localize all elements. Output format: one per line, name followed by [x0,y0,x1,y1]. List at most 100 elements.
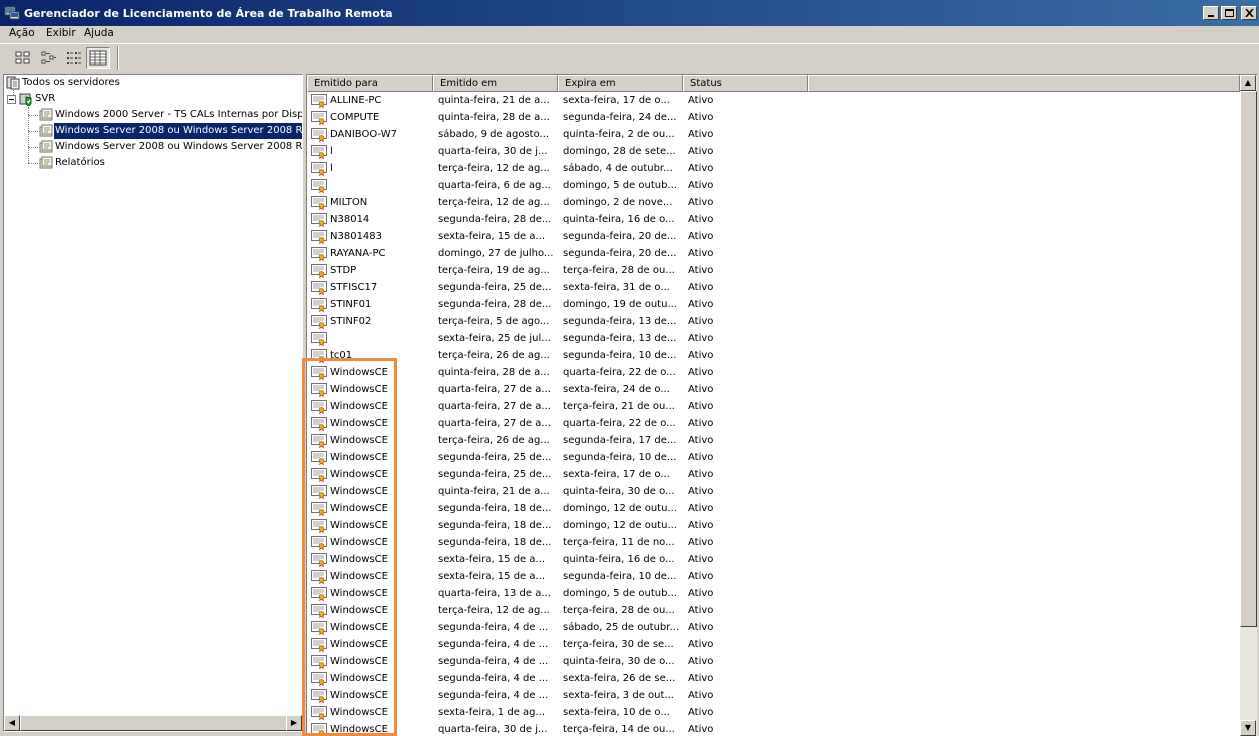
table-row[interactable]: N3801483 sexta-feira, 15 de a... segunda-f… [307,228,1240,245]
cell-issued-on: quarta-feira, 30 de j... [438,146,548,157]
table-row[interactable]: WindowsCE segunda-feira, 18 de... domingo,… [307,500,1240,517]
table-row[interactable]: WindowsCE terça-feira, 26 de ag... segunda… [307,432,1240,449]
cell-issued-on: sexta-feira, 1 de ag... [438,707,546,718]
cell-expires-on: segunda-feira, 13 de... [563,316,677,327]
license-certificate-icon [311,247,328,262]
cell-issued-on: segunda-feira, 4 de ... [438,622,549,633]
table-row[interactable]: WindowsCE sexta-feira, 15 de a... segunda-… [307,568,1240,585]
table-row[interactable]: WindowsCE segunda-feira, 4 de ... quinta-f… [307,653,1240,670]
table-row[interactable]: N38014 segunda-feira, 28 de... quinta-feir… [307,211,1240,228]
table-row[interactable]: WindowsCE quinta-feira, 28 de a... quarta-… [307,364,1240,381]
menu-bar: Ação Exibir Ajuda [0,26,1259,42]
cell-expires-on: sexta-feira, 10 de o... [563,707,670,718]
table-row[interactable]: l terça-feira, 12 de ag... sábado, 4 de ou… [307,160,1240,177]
issued-to-text: WindowsCE [330,418,388,429]
table-row[interactable]: WindowsCE quarta-feira, 27 de a... sexta-f… [307,381,1240,398]
menu-acao[interactable]: Ação [9,27,35,39]
table-row[interactable]: WindowsCE quarta-feira, 30 de j... terça-f… [307,721,1240,736]
column-header-issued-to[interactable]: Emitido para [307,75,433,92]
cell-issued-on: segunda-feira, 28 de... [438,214,552,225]
cell-issued-on: terça-feira, 26 de ag... [438,435,550,446]
minimize-button[interactable] [1203,6,1219,20]
table-row[interactable]: tc01 terça-feira, 26 de ag... segunda-feir… [307,347,1240,364]
table-row[interactable]: STINF02 terça-feira, 5 de ago... segunda-f… [307,313,1240,330]
column-header-expires-on[interactable]: Expira em [558,75,683,92]
view-details-button[interactable] [86,47,110,69]
cell-issued-to: WindowsCE [311,670,432,687]
table-row[interactable]: WindowsCE quarta-feira, 27 de a... quarta-… [307,415,1240,432]
menu-ajuda[interactable]: Ajuda [84,27,114,39]
cell-issued-to: WindowsCE [311,568,432,585]
table-row[interactable]: STFISC17 segunda-feira, 25 de... sexta-fei… [307,279,1240,296]
license-certificate-icon [311,383,328,398]
table-row[interactable]: l quarta-feira, 30 de j... domingo, 28 de … [307,143,1240,160]
table-row[interactable]: WindowsCE segunda-feira, 18 de... domingo,… [307,517,1240,534]
table-row[interactable]: WindowsCE quinta-feira, 21 de a... quinta-… [307,483,1240,500]
table-row[interactable]: WindowsCE quarta-feira, 27 de a... terça-f… [307,398,1240,415]
app-icon [4,6,20,20]
table-row[interactable]: WindowsCE sexta-feira, 15 de a... quinta-f… [307,551,1240,568]
license-pack-icon [39,124,53,137]
list-vertical-scrollbar[interactable]: ▲ ▼ [1240,75,1257,736]
menu-exibir[interactable]: Exibir [46,27,76,39]
issued-to-text: STINF01 [330,299,372,310]
scroll-thumb[interactable] [1240,91,1257,627]
issued-to-text: WindowsCE [330,724,388,735]
table-row[interactable]: ALLINE-PC quinta-feira, 21 de a... sexta-f… [307,92,1240,109]
server-tree: Todos os servidores SVR Windows 2000 Ser… [3,74,303,732]
cell-issued-to: N3801483 [311,228,432,245]
tree-horizontal-scrollbar[interactable]: ◀ ▶ [4,715,302,731]
table-row[interactable]: WindowsCE segunda-feira, 4 de ... terça-fe… [307,636,1240,653]
scroll-down-button[interactable]: ▼ [1240,720,1256,736]
cell-status: Ativo [688,316,714,327]
tree-connector [28,147,38,148]
scroll-left-button[interactable]: ◀ [4,715,20,731]
table-row[interactable]: RAYANA-PC domingo, 27 de julho... segunda-… [307,245,1240,262]
license-certificate-icon [311,553,328,568]
tree-item-label: Windows Server 2008 ou Windows Server 20… [54,123,302,139]
collapse-toggle[interactable] [7,95,16,104]
scroll-right-button[interactable]: ▶ [286,715,302,731]
scroll-up-button[interactable]: ▲ [1240,75,1256,91]
table-row[interactable]: sexta-feira, 25 de jul... segunda-feira, … [307,330,1240,347]
license-certificate-icon [311,485,328,500]
tree-connector [28,131,38,132]
table-row[interactable]: WindowsCE segunda-feira, 25 de... segunda-… [307,449,1240,466]
cell-issued-on: quinta-feira, 21 de a... [438,95,550,106]
column-header-issued-on[interactable]: Emitido em [433,75,558,92]
close-button[interactable] [1241,6,1257,20]
cell-expires-on: terça-feira, 14 de ou... [563,724,675,735]
cell-expires-on: domingo, 12 de outu... [563,520,677,531]
table-row[interactable]: WindowsCE segunda-feira, 4 de ... sexta-fe… [307,670,1240,687]
cell-issued-on: segunda-feira, 25 de... [438,452,552,463]
table-row[interactable]: COMPUTE quinta-feira, 28 de a... segunda-f… [307,109,1240,126]
table-row[interactable]: MILTON terça-feira, 12 de ag... domingo, 2… [307,194,1240,211]
table-row[interactable]: WindowsCE sexta-feira, 1 de ag... sexta-fe… [307,704,1240,721]
table-row[interactable]: STINF01 segunda-feira, 28 de... domingo, 1… [307,296,1240,313]
table-row[interactable]: WindowsCE terça-feira, 12 de ag... terça-f… [307,602,1240,619]
maximize-button[interactable] [1221,6,1237,20]
column-header-status[interactable]: Status [683,75,808,92]
cell-status: Ativo [688,248,714,259]
table-row[interactable]: WindowsCE segunda-feira, 4 de ... sábado, … [307,619,1240,636]
table-row[interactable]: WindowsCE segunda-feira, 4 de ... sexta-fe… [307,687,1240,704]
table-row[interactable]: DANIBOO-W7 sábado, 9 de agosto... quinta-f… [307,126,1240,143]
license-certificate-icon [311,587,328,602]
table-row[interactable]: quarta-feira, 6 de ag... domingo, 5 de ou… [307,177,1240,194]
table-row[interactable]: WindowsCE quarta-feira, 13 de a... domingo… [307,585,1240,602]
table-row[interactable]: WindowsCE segunda-feira, 18 de... terça-fe… [307,534,1240,551]
cell-expires-on: quinta-feira, 16 de o... [563,554,675,565]
cell-issued-on: sexta-feira, 15 de a... [438,554,546,565]
issued-to-text: STFISC17 [330,282,378,293]
table-row[interactable]: WindowsCE segunda-feira, 25 de... sexta-fe… [307,466,1240,483]
license-certificate-icon [311,689,328,704]
license-certificate-icon [311,213,328,228]
view-large-icons-button[interactable] [11,47,35,69]
view-small-icons-button[interactable] [37,47,61,69]
scroll-thumb[interactable] [20,715,287,731]
cell-issued-on: domingo, 27 de julho... [438,248,554,259]
table-row[interactable]: STDP terça-feira, 19 de ag... terça-feira,… [307,262,1240,279]
view-list-button[interactable] [62,47,86,69]
license-certificate-icon [311,145,328,160]
cell-issued-to: WindowsCE [311,449,432,466]
